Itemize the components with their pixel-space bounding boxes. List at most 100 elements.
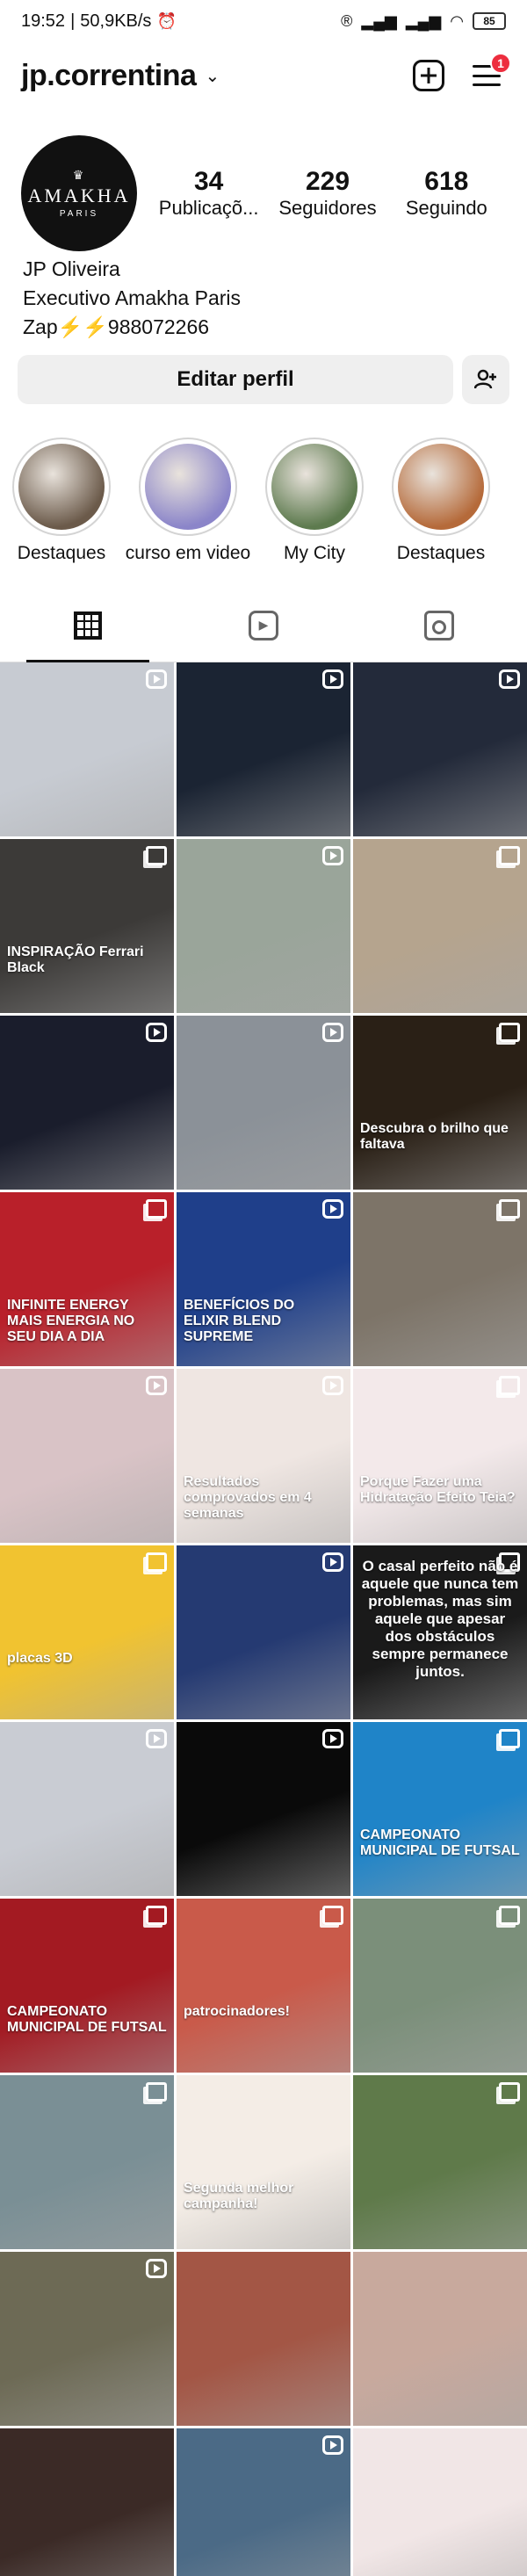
post-thumbnail[interactable]: O casal perfeito não é aquele que nunca … [353, 1545, 527, 1719]
post-caption: INFINITE ENERGY MAIS ENERGIA NO SEU DIA … [7, 1298, 135, 1344]
post-thumbnail[interactable] [0, 1369, 174, 1543]
post-thumbnail[interactable]: CAMPEONATO MUNICIPAL DE FUTSAL [0, 1899, 174, 2073]
status-separator: | [70, 11, 76, 31]
post-thumbnail[interactable] [353, 839, 527, 1013]
carousel-icon [146, 2082, 167, 2102]
post-caption: CAMPEONATO MUNICIPAL DE FUTSAL [7, 2004, 167, 2035]
discover-people-button[interactable] [462, 355, 509, 404]
post-thumbnail[interactable]: INFINITE ENERGY MAIS ENERGIA NO SEU DIA … [0, 1192, 174, 1366]
highlight-item[interactable]: Destaques [12, 438, 111, 569]
post-thumbnail[interactable] [0, 2428, 174, 2576]
highlight-label: curso em video [125, 543, 251, 563]
post-thumbnail[interactable]: Segunda melhor campanha! [177, 2075, 350, 2249]
post-caption: placas 3D [7, 1651, 73, 1666]
highlight-item[interactable]: My City [265, 438, 364, 569]
post-thumbnail[interactable] [177, 662, 350, 836]
avatar[interactable]: ♛ AMAKHA PARIS [21, 135, 137, 251]
menu-button[interactable]: 1 [467, 53, 511, 95]
alarm-icon: ⏰ [156, 11, 177, 30]
post-thumbnail[interactable] [177, 839, 350, 1013]
highlight-image [18, 444, 105, 530]
post-thumbnail[interactable] [353, 2252, 527, 2426]
post-thumbnail[interactable] [0, 662, 174, 836]
post-thumbnail[interactable] [353, 2075, 527, 2249]
highlight-cover [392, 438, 490, 536]
avatar-sub: PARIS [59, 209, 99, 219]
profile-tabs: ▶ [0, 589, 527, 662]
story-highlights: Destaques curso em video My City Destaques [0, 438, 527, 569]
username-switcher[interactable]: jp.correntina [21, 59, 197, 93]
edit-profile-button[interactable]: Editar perfil [18, 355, 453, 404]
carousel-icon [499, 1199, 520, 1219]
tab-grid[interactable] [0, 589, 176, 662]
post-thumbnail[interactable]: Porque Fazer uma Hidratação Efeito Teia? [353, 1369, 527, 1543]
carousel-icon [146, 1199, 167, 1219]
tab-tagged[interactable] [351, 589, 527, 662]
carousel-icon [146, 1906, 167, 1925]
stat-following[interactable]: 618 Seguindo [389, 167, 503, 220]
carousel-icon [499, 1376, 520, 1395]
post-thumbnail[interactable]: placas 3D [0, 1545, 174, 1719]
post-caption: BENEFÍCIOS DO ELIXIR BLEND SUPREME [184, 1298, 295, 1344]
post-caption: Porque Fazer uma Hidratação Efeito Teia? [360, 1474, 516, 1505]
post-thumbnail[interactable] [0, 1016, 174, 1190]
post-thumbnail[interactable] [177, 1722, 350, 1896]
post-thumbnail[interactable]: INSPIRAÇÃO Ferrari Black [0, 839, 174, 1013]
post-caption: Resultados comprovados em 4 semanas [184, 1474, 312, 1521]
carousel-icon [499, 1906, 520, 1925]
create-button[interactable] [409, 56, 448, 95]
carousel-icon [146, 846, 167, 865]
reel-icon [146, 1023, 167, 1042]
signal-icon: ▂▄▆ [361, 11, 397, 30]
highlight-item[interactable]: curso em video [126, 438, 250, 569]
stat-label: Publicaçõ... [158, 197, 259, 219]
post-thumbnail[interactable] [353, 1899, 527, 2073]
post-thumbnail[interactable] [0, 2075, 174, 2249]
tab-reels[interactable]: ▶ [176, 589, 351, 662]
bio: JP Oliveira Executivo Amakha Paris Zap⚡⚡… [23, 255, 515, 342]
highlight-cover [12, 438, 111, 536]
highlight-label: Destaques [17, 543, 106, 563]
post-thumbnail[interactable] [353, 1192, 527, 1366]
profile-actions: Editar perfil [18, 355, 509, 404]
post-thumbnail[interactable] [177, 2428, 350, 2576]
highlight-item[interactable]: Destaques [392, 438, 490, 569]
wifi-icon: ◠ [450, 11, 464, 30]
chevron-down-icon[interactable]: ⌄ [205, 65, 220, 87]
highlight-cover [139, 438, 237, 536]
post-thumbnail[interactable] [177, 1545, 350, 1719]
stat-value: 618 [424, 167, 469, 196]
post-caption: CAMPEONATO MUNICIPAL DE FUTSAL [360, 1827, 520, 1858]
reel-icon [322, 1199, 343, 1219]
bio-contact: Zap⚡⚡988072266 [23, 315, 210, 338]
post-thumbnail[interactable]: BENEFÍCIOS DO ELIXIR BLEND SUPREME [177, 1192, 350, 1366]
reel-icon [146, 669, 167, 689]
post-thumbnail[interactable] [177, 2252, 350, 2426]
stat-label: Seguindo [405, 197, 487, 219]
highlight-cover [265, 438, 364, 536]
stat-followers[interactable]: 229 Seguidores [271, 167, 385, 220]
post-thumbnail[interactable] [0, 2252, 174, 2426]
post-thumbnail[interactable] [353, 662, 527, 836]
stat-posts[interactable]: 34 Publicaçõ... [152, 167, 266, 220]
reel-icon [322, 1376, 343, 1395]
add-user-icon [474, 369, 496, 389]
avatar-brand: AMAKHA [27, 185, 131, 206]
post-thumbnail[interactable] [177, 1016, 350, 1190]
post-thumbnail[interactable]: Descubra o brilho que faltava [353, 1016, 527, 1190]
post-thumbnail[interactable]: patrocinadores! [177, 1899, 350, 2073]
crown-icon: ♛ [72, 168, 86, 182]
post-thumbnail[interactable]: Resultados comprovados em 4 semanas [177, 1369, 350, 1543]
stat-value: 34 [193, 167, 224, 196]
registered-icon: ® [341, 11, 353, 30]
posts-grid: INSPIRAÇÃO Ferrari Black Descubra o brilh… [0, 662, 527, 2576]
reel-icon [322, 2435, 343, 2455]
profile-header: ♛ AMAKHA PARIS 34 Publicaçõ... 229 Segui… [0, 132, 527, 255]
post-thumbnail[interactable]: CAMPEONATO MUNICIPAL DE FUTSAL [353, 1722, 527, 1896]
post-thumbnail[interactable] [0, 1722, 174, 1896]
post-thumbnail[interactable] [353, 2428, 527, 2576]
notification-badge: 1 [490, 53, 511, 74]
post-caption: patrocinadores! [184, 2004, 290, 2019]
carousel-icon [499, 846, 520, 865]
status-speed: 50,9KB/s [80, 11, 152, 31]
